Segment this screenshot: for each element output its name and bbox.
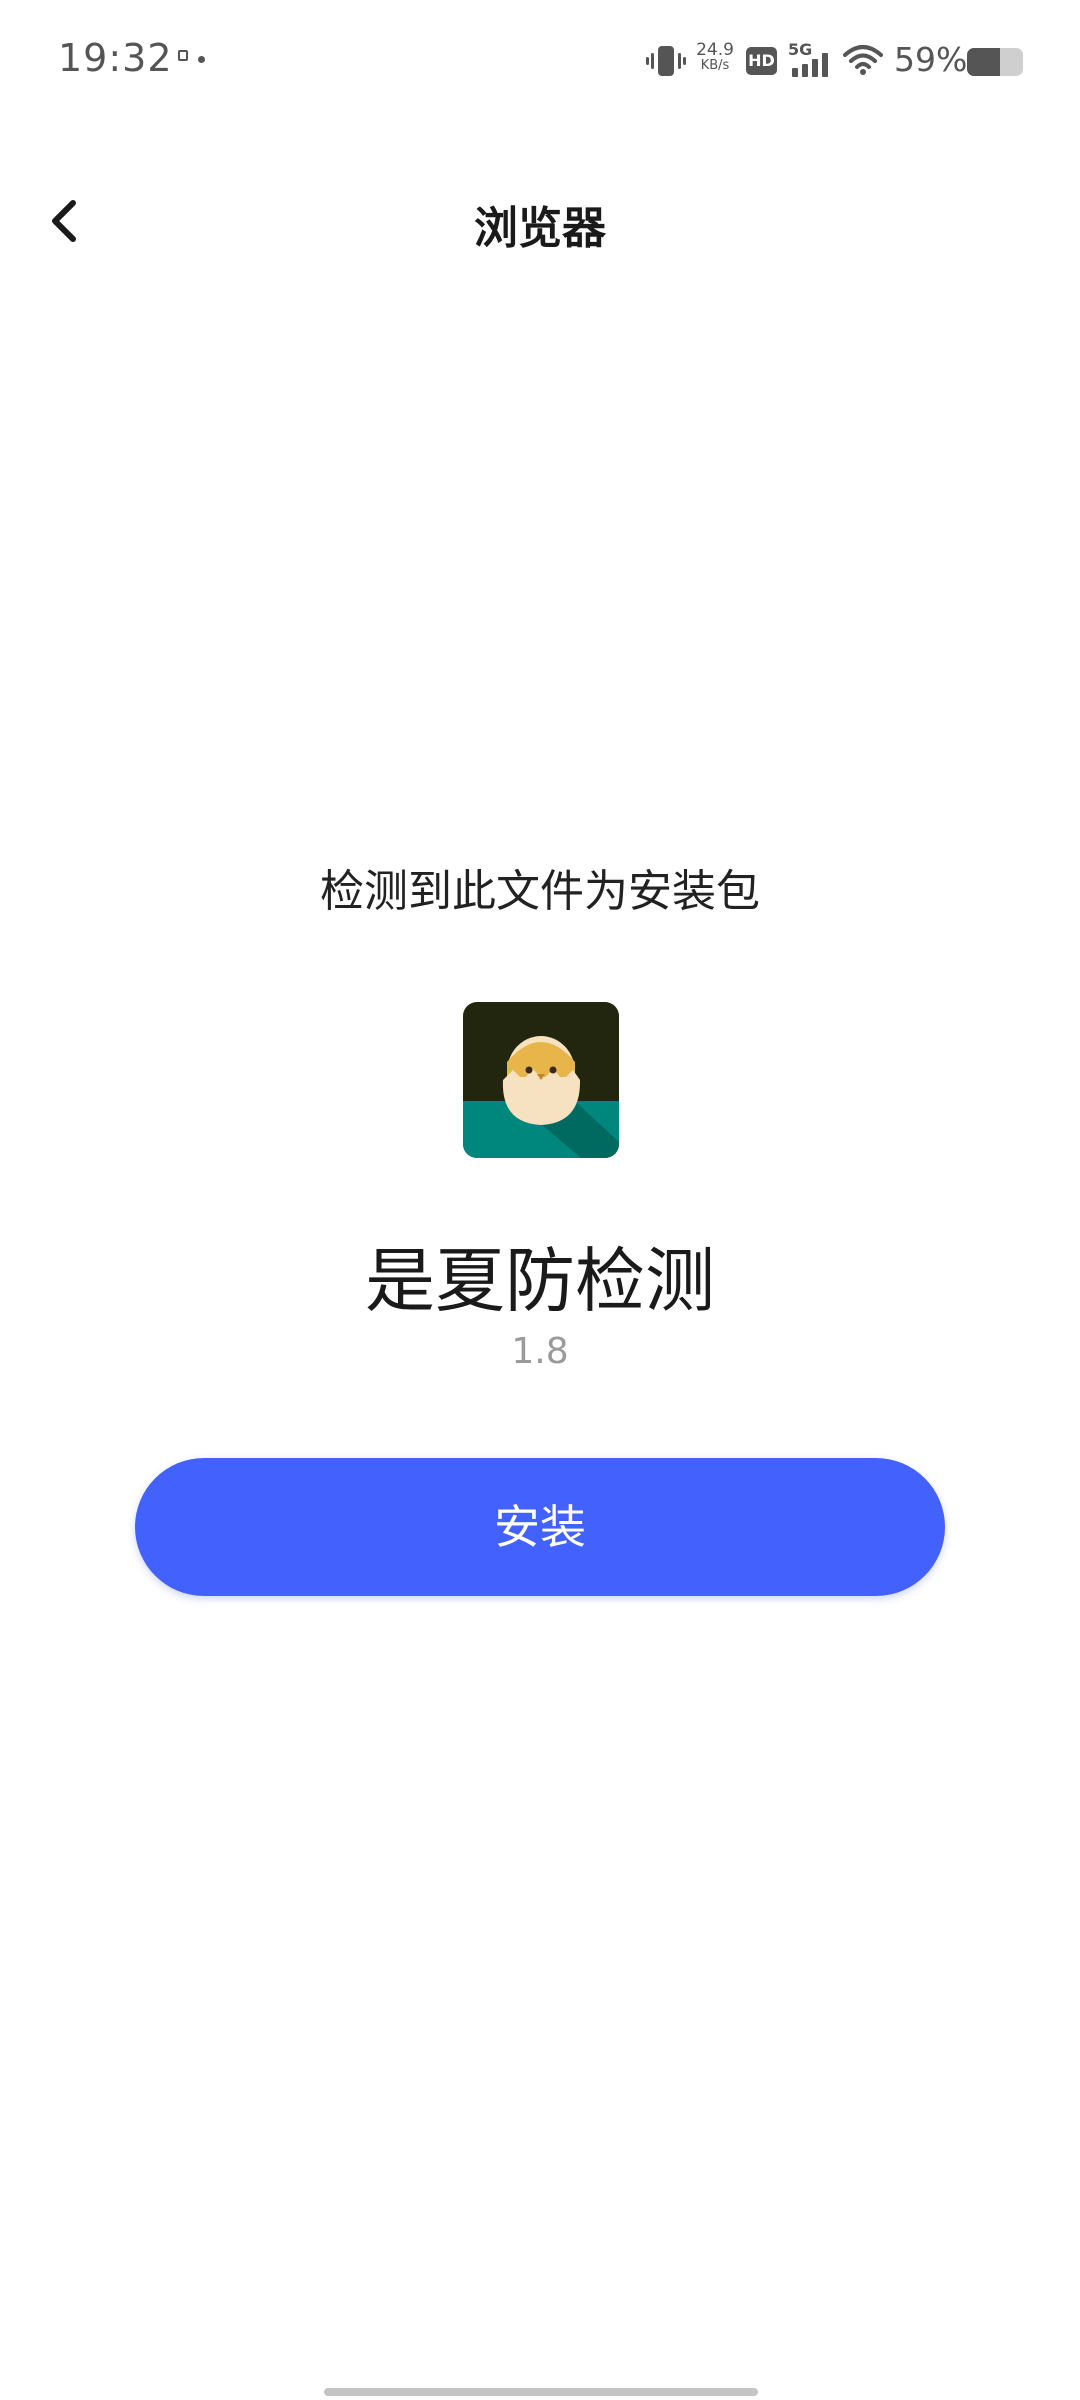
net-speed-unit: KB/s xyxy=(700,58,730,73)
status-bar: 19:32 24.9 KB/s HD 5G 59% xyxy=(0,0,1080,120)
app-name: 是夏防检测 xyxy=(365,1240,715,1322)
home-indicator[interactable] xyxy=(324,2388,758,2396)
notification-icon xyxy=(178,50,188,61)
vibrate-icon xyxy=(646,46,686,76)
egg-chick-icon xyxy=(463,1002,619,1158)
net-speed: 24.9 KB/s xyxy=(693,42,737,74)
hd-icon: HD xyxy=(746,47,777,75)
battery-percent: 59% xyxy=(894,40,968,79)
signal-5g-icon: 5G xyxy=(788,40,836,78)
battery-fill xyxy=(967,48,1001,76)
header: 浏览器 xyxy=(0,160,1080,280)
detect-message: 检测到此文件为安装包 xyxy=(320,866,760,917)
net-speed-value: 24.9 xyxy=(696,40,734,60)
install-button[interactable]: 安装 xyxy=(135,1458,945,1596)
page-title: 浏览器 xyxy=(474,203,606,254)
app-icon xyxy=(463,1002,619,1158)
wifi-icon xyxy=(843,45,883,75)
status-time: 19:32 xyxy=(58,36,173,80)
notification-dot-icon xyxy=(198,56,205,63)
app-version: 1.8 xyxy=(511,1331,569,1372)
battery-icon xyxy=(967,48,1023,76)
